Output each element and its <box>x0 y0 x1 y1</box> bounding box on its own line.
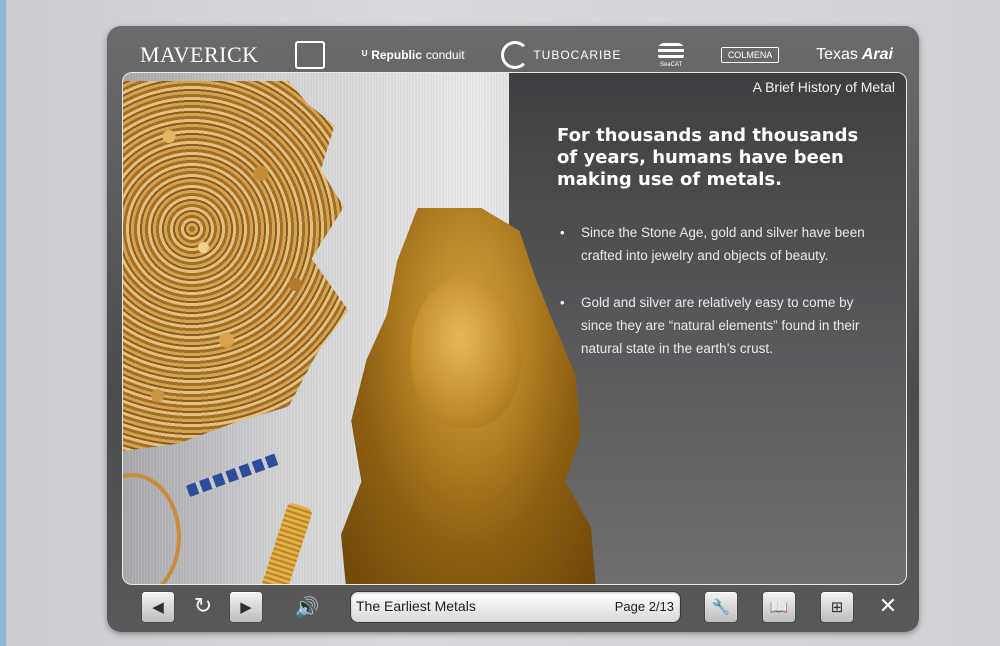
navigation-toolbar: ◀ ↻ ▶ 🔊 The Earliest Metals Page 2/13 🔧 … <box>107 584 919 630</box>
bullet-text: Since the Stone Age, gold and silver hav… <box>581 225 865 263</box>
shield-logo-icon <box>295 41 326 69</box>
wrench-icon: 🔧 <box>711 598 731 616</box>
sitemap-button[interactable]: ⊞ <box>820 591 854 623</box>
conduit-logo-text: conduit <box>425 48 465 62</box>
arai-logo-text: Arai <box>861 46 893 63</box>
colmena-logo-text: COLMENA <box>727 50 773 60</box>
maverick-logo: MAVERICK <box>140 42 259 68</box>
republic-conduit-logo: ᵁ Republic conduit <box>362 48 465 62</box>
bullet-item: • Since the Stone Age, gold and silver h… <box>557 221 887 267</box>
bull-horns-icon: ᵁ <box>361 48 368 62</box>
tools-button[interactable]: 🔧 <box>704 591 738 623</box>
audio-button[interactable]: 🔊 <box>289 592 325 622</box>
bullet-dot-icon: • <box>560 295 565 310</box>
tubocaribe-swirl-icon <box>501 41 530 69</box>
chapter-title-bar: The Earliest Metals Page 2/13 <box>350 591 681 623</box>
republic-logo-text: Republic <box>371 48 422 62</box>
section-title: A Brief History of Metal <box>752 79 895 95</box>
book-icon: 📖 <box>769 598 789 616</box>
seacat-stripes-icon <box>658 42 685 61</box>
speaker-icon: 🔊 <box>294 595 320 619</box>
bullet-text: Gold and silver are relatively easy to c… <box>581 295 860 356</box>
tubocaribe-logo: TUBOCARIBE <box>501 41 621 69</box>
next-button[interactable]: ▶ <box>229 591 263 623</box>
bullet-dot-icon: • <box>560 225 565 240</box>
bullet-list: • Since the Stone Age, gold and silver h… <box>557 221 887 384</box>
shield-logo <box>295 41 326 69</box>
tubocaribe-logo-text: TUBOCARIBE <box>533 48 622 62</box>
back-button[interactable]: ◀ <box>141 591 175 623</box>
sponsor-logo-bar: MAVERICK ᵁ Republic conduit TUBOCARIBE Se… <box>122 36 907 74</box>
glossary-button[interactable]: 📖 <box>762 591 796 623</box>
slide-stage: A Brief History of Metal For thousands a… <box>122 72 907 585</box>
bullet-item: • Gold and silver are relatively easy to… <box>557 291 887 360</box>
golden-buddha-face <box>411 278 521 428</box>
back-arrow-icon: ◀ <box>152 598 164 616</box>
close-icon: ✕ <box>878 593 898 619</box>
colmena-logo: COLMENA <box>720 47 780 63</box>
replay-icon: ↻ <box>193 593 213 619</box>
seacat-logo-text: SeaCAT <box>659 61 683 68</box>
sitemap-icon: ⊞ <box>830 598 844 616</box>
texas-arai-logo: Texas Arai <box>816 46 893 64</box>
replay-button[interactable]: ↻ <box>189 592 217 620</box>
window-edge <box>0 0 6 646</box>
next-arrow-icon: ▶ <box>240 598 252 616</box>
chapter-title: The Earliest Metals <box>356 598 476 614</box>
close-button[interactable]: ✕ <box>875 592 901 620</box>
maverick-logo-text: MAVERICK <box>140 42 259 67</box>
seacat-logo: SeaCAT <box>658 42 685 68</box>
page-indicator: Page 2/13 <box>614 599 674 614</box>
slide-headline: For thousands and thousands of years, hu… <box>557 125 859 190</box>
texas-logo-text: Texas <box>816 46 858 63</box>
